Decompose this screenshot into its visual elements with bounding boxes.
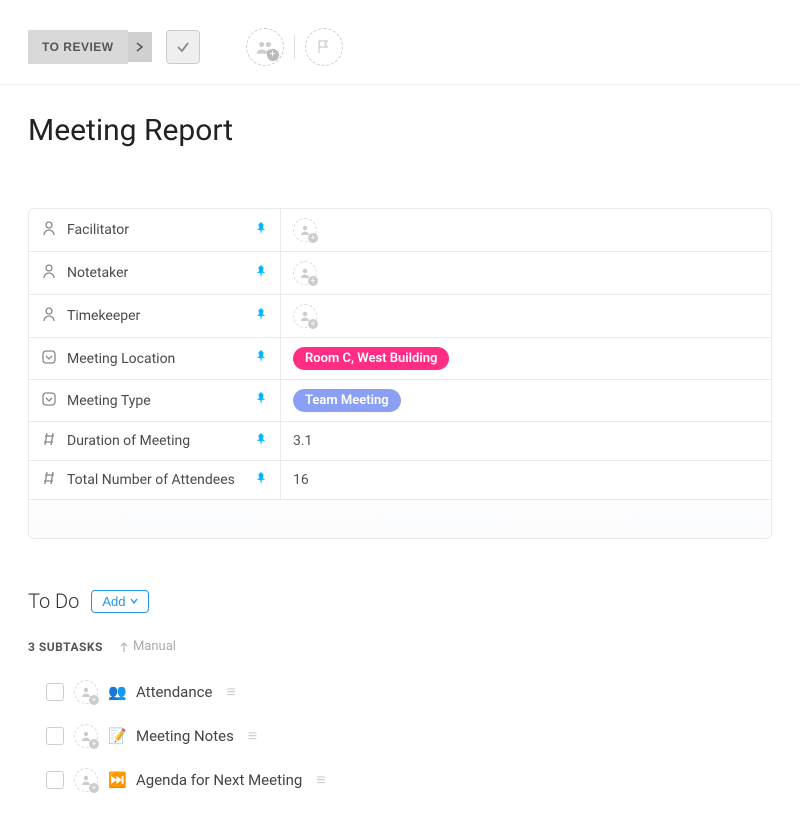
field-value[interactable] [281,209,771,251]
subtask-name: Attendance [136,683,212,701]
field-value[interactable]: 16 [281,461,771,499]
field-value[interactable]: 3.1 [281,422,771,460]
field-label[interactable]: Duration of Meeting [29,422,281,460]
arrow-up-icon [119,641,129,653]
complete-button[interactable] [166,30,200,64]
subtask-checkbox[interactable] [46,771,64,789]
subtask-checkbox[interactable] [46,683,64,701]
drag-handle-icon[interactable]: ≡ [248,726,257,746]
subtask-row[interactable]: ⏭️ Agenda for Next Meeting ≡ [46,758,772,802]
plus-badge-icon [267,49,279,61]
pill-value[interactable]: Team Meeting [293,389,401,412]
subtask-assignee-button[interactable] [74,724,98,748]
subtask-row[interactable]: 👥 Attendance ≡ [46,670,772,714]
field-value[interactable] [281,295,771,337]
todo-header: To Do Add [0,539,800,623]
field-label-text: Timekeeper [67,308,244,324]
field-value-text: 16 [293,472,309,488]
dropdown-icon [41,391,57,411]
person-icon [41,220,57,240]
drag-handle-icon[interactable]: ≡ [226,682,235,702]
status-label: TO REVIEW [42,40,114,54]
subtask-checkbox[interactable] [46,727,64,745]
status-button[interactable]: TO REVIEW [28,30,128,64]
field-label-text: Facilitator [67,222,244,238]
field-row: Meeting Location Room C, West Building [29,338,771,380]
field-row: Timekeeper [29,295,771,338]
subtask-name: Agenda for Next Meeting [136,771,302,789]
field-label-text: Duration of Meeting [67,433,244,449]
subtasks-header: 3 SUBTASKS Manual [0,623,800,664]
person-icon [41,263,57,283]
add-todo-button[interactable]: Add [91,590,148,613]
subtasks-count: 3 SUBTASKS [28,640,103,654]
pin-icon[interactable] [254,264,268,283]
field-label-text: Meeting Location [67,351,244,367]
status-next-button[interactable] [128,32,152,62]
field-value-text: 3.1 [293,433,312,449]
pin-icon[interactable] [254,221,268,240]
field-label[interactable]: Meeting Location [29,338,281,379]
field-label-text: Notetaker [67,265,244,281]
field-label-text: Total Number of Attendees [67,472,244,488]
assign-users-button[interactable] [246,28,284,66]
subtask-assignee-button[interactable] [74,680,98,704]
priority-flag-button[interactable] [305,28,343,66]
memo-icon: 📝 [108,727,126,745]
sort-toggle[interactable]: Manual [119,639,176,654]
dropdown-icon [41,349,57,369]
flag-icon [316,39,332,55]
subtask-list: 👥 Attendance ≡ 📝 Meeting Notes ≡ ⏭️ Agenda for … [0,664,800,822]
check-icon [176,40,190,54]
pin-icon[interactable] [254,432,268,451]
next-track-icon: ⏭️ [108,771,126,789]
pin-icon[interactable] [254,471,268,490]
field-label[interactable]: Meeting Type [29,380,281,421]
empty-assignee-icon[interactable] [293,304,317,328]
person-icon [41,306,57,326]
people-icon: 👥 [108,683,126,701]
toolbar: TO REVIEW [0,0,800,85]
field-value[interactable]: Team Meeting [281,380,771,421]
field-label[interactable]: Total Number of Attendees [29,461,281,499]
subtask-name: Meeting Notes [136,727,234,745]
page-title: Meeting Report [0,85,800,168]
pin-icon[interactable] [254,349,268,368]
number-icon [41,431,57,451]
custom-fields-table: Facilitator Notetaker Timekeeper Meeting Lo… [28,208,772,539]
pin-icon[interactable] [254,307,268,326]
field-row: Duration of Meeting 3.1 [29,422,771,461]
field-value[interactable]: Room C, West Building [281,338,771,379]
field-row: Total Number of Attendees 16 [29,461,771,500]
pin-icon[interactable] [254,391,268,410]
field-label-text: Meeting Type [67,393,244,409]
todo-title: To Do [28,589,79,613]
divider [294,35,295,59]
field-row: Meeting Type Team Meeting [29,380,771,422]
empty-assignee-icon[interactable] [293,218,317,242]
field-row: Notetaker [29,252,771,295]
field-label[interactable]: Timekeeper [29,295,281,337]
subtask-row[interactable]: 📝 Meeting Notes ≡ [46,714,772,758]
field-value[interactable] [281,252,771,294]
field-label[interactable]: Facilitator [29,209,281,251]
field-row: Facilitator [29,209,771,252]
caret-down-icon [130,598,138,604]
empty-assignee-icon[interactable] [293,261,317,285]
number-icon [41,470,57,490]
caret-right-icon [136,42,144,52]
subtask-assignee-button[interactable] [74,768,98,792]
field-label[interactable]: Notetaker [29,252,281,294]
drag-handle-icon[interactable]: ≡ [316,770,325,790]
pill-value[interactable]: Room C, West Building [293,347,449,370]
